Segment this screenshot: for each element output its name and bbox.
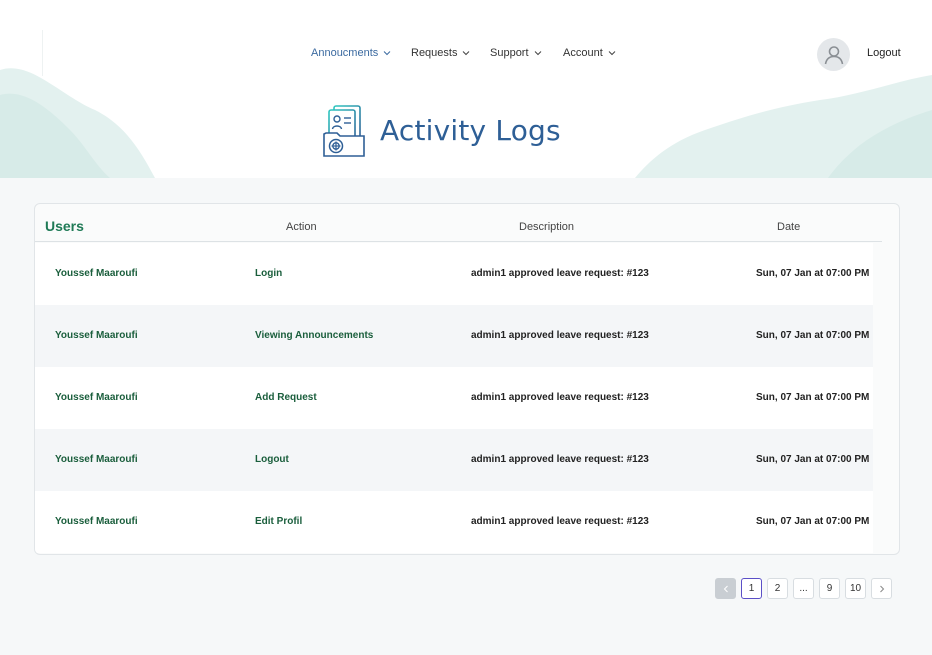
chevron-down-icon <box>383 51 391 56</box>
cell-date: Sun, 07 Jan at 07:00 PM <box>756 454 870 465</box>
chevron-left-icon <box>723 585 728 592</box>
table-header: Users Action Description Date <box>35 204 882 242</box>
table-row[interactable]: Youssef Maaroufi Viewing Announcements a… <box>35 305 873 367</box>
column-header-action[interactable]: Action <box>286 221 317 233</box>
chevron-down-icon <box>534 51 541 56</box>
cell-description: admin1 approved leave request: #123 <box>471 516 649 527</box>
cell-date: Sun, 07 Jan at 07:00 PM <box>756 330 870 341</box>
cell-action: Viewing Announcements <box>255 330 374 341</box>
cell-date: Sun, 07 Jan at 07:00 PM <box>756 516 870 527</box>
cell-user: Youssef Maaroufi <box>55 454 138 465</box>
header-hero <box>0 0 932 178</box>
cell-description: admin1 approved leave request: #123 <box>471 268 649 279</box>
pagination-prev-button[interactable] <box>715 578 736 599</box>
table-row[interactable]: Youssef Maaroufi Edit Profil admin1 appr… <box>35 491 873 553</box>
cell-user: Youssef Maaroufi <box>55 268 138 279</box>
cell-action: Edit Profil <box>255 516 303 527</box>
cell-user: Youssef Maaroufi <box>55 330 138 341</box>
pagination-page[interactable]: 10 <box>845 578 866 599</box>
nav-label: Support <box>490 47 529 59</box>
cell-description: admin1 approved leave request: #123 <box>471 454 649 465</box>
pagination-page[interactable]: 9 <box>819 578 840 599</box>
pagination-next-button[interactable] <box>871 578 892 599</box>
cell-description: admin1 approved leave request: #123 <box>471 330 649 341</box>
chevron-down-icon <box>608 51 616 56</box>
title-icon-wrap <box>322 104 368 160</box>
cell-user: Youssef Maaroufi <box>55 516 138 527</box>
activity-log-icon <box>323 105 365 157</box>
background-waves <box>0 68 932 178</box>
chevron-down-icon <box>463 51 470 56</box>
cell-date: Sun, 07 Jan at 07:00 PM <box>756 268 870 279</box>
logout-button[interactable]: Logout <box>867 47 901 59</box>
nav-item-account[interactable]: Account <box>563 47 616 59</box>
table-row[interactable]: Youssef Maaroufi Login admin1 approved l… <box>35 243 873 305</box>
activity-table: Users Action Description Date Youssef Ma… <box>34 203 900 555</box>
pagination-page[interactable]: 1 <box>741 578 762 599</box>
column-header-date[interactable]: Date <box>777 221 800 233</box>
cell-action: Add Request <box>255 392 317 403</box>
nav-label: Annoucments <box>311 47 379 59</box>
cell-date: Sun, 07 Jan at 07:00 PM <box>756 392 870 403</box>
table-row[interactable]: Youssef Maaroufi Add Request admin1 appr… <box>35 367 873 429</box>
main-nav: Annoucments Requests Support Account <box>0 47 932 63</box>
nav-item-annoucments[interactable]: Annoucments <box>311 47 391 59</box>
page-title: Activity Logs <box>380 114 561 147</box>
avatar[interactable] <box>817 38 850 71</box>
cell-action: Logout <box>255 454 289 465</box>
cell-action: Login <box>255 268 283 279</box>
column-header-description[interactable]: Description <box>519 221 574 233</box>
cell-description: admin1 approved leave request: #123 <box>471 392 649 403</box>
chevron-right-icon <box>879 585 884 592</box>
table-row[interactable]: Youssef Maaroufi Logout admin1 approved … <box>35 429 873 491</box>
column-header-users[interactable]: Users <box>45 218 84 234</box>
nav-label: Account <box>563 47 603 59</box>
cell-user: Youssef Maaroufi <box>55 392 138 403</box>
nav-item-requests[interactable]: Requests <box>411 47 470 59</box>
nav-item-support[interactable]: Support <box>490 47 542 59</box>
nav-label: Requests <box>411 47 458 59</box>
pagination-page[interactable]: 2 <box>767 578 788 599</box>
user-icon <box>824 45 843 64</box>
pagination-ellipsis: ... <box>793 578 814 599</box>
